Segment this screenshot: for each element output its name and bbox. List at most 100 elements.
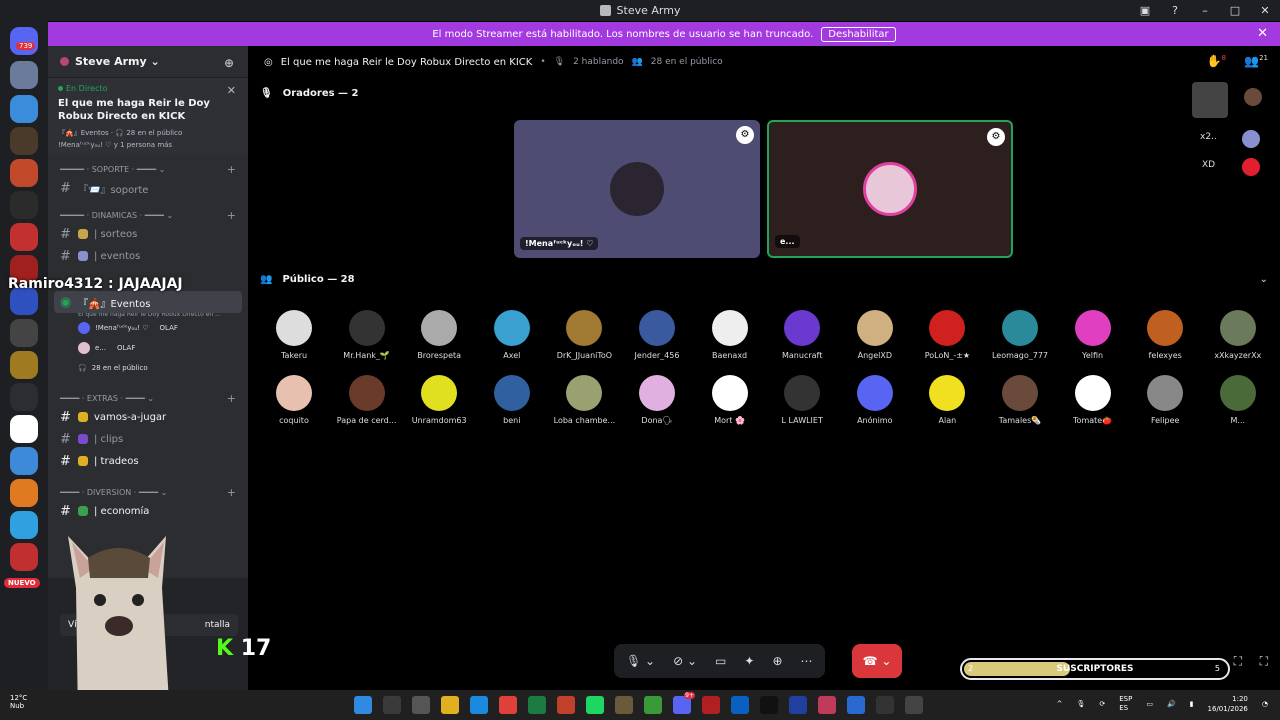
network-icon[interactable]: ▭ bbox=[1146, 700, 1153, 708]
audience-member[interactable]: Tomate🍅 bbox=[1057, 375, 1129, 425]
mic-icon[interactable]: 🎙 bbox=[1076, 700, 1085, 708]
server-icon[interactable] bbox=[10, 61, 38, 89]
side-label[interactable]: XD bbox=[1202, 160, 1215, 170]
audience-member[interactable]: Axel bbox=[476, 310, 548, 360]
channel-economia[interactable]: # | economía bbox=[48, 500, 248, 522]
video-thumbnail[interactable] bbox=[1192, 82, 1228, 118]
audience-member[interactable]: ÁngelXD bbox=[839, 310, 911, 360]
server-icon[interactable] bbox=[10, 159, 38, 187]
voice-user[interactable]: !Menaᶠᵘᶜᵏyₒᵤ! ♡ OLAF bbox=[48, 318, 248, 338]
raised-hand-icon[interactable]: ✋8 bbox=[1207, 54, 1226, 68]
audience-member[interactable]: coquito bbox=[258, 375, 330, 425]
activities-icon[interactable]: ✦ bbox=[744, 654, 754, 668]
audience-member[interactable]: felexyes bbox=[1129, 310, 1201, 360]
audience-member[interactable]: xXkayzerXx bbox=[1202, 310, 1274, 360]
audience-member[interactable]: Anónimo bbox=[839, 375, 911, 425]
audience-member[interactable]: Tamales🌯 bbox=[984, 375, 1056, 425]
audience-member[interactable]: Manucraft bbox=[766, 310, 838, 360]
close-icon[interactable]: ✕ bbox=[1257, 26, 1268, 41]
screen-share-button[interactable]: ntalla bbox=[205, 620, 230, 630]
channel-vamos-a-jugar[interactable]: # vamos-a-jugar bbox=[48, 406, 248, 428]
audience-member[interactable]: Loba chambe... bbox=[548, 375, 620, 425]
popout-icon[interactable]: ⛶ bbox=[1260, 654, 1268, 669]
audience-member[interactable]: Brorespeta bbox=[403, 310, 475, 360]
inbox-icon[interactable]: ▣ bbox=[1130, 4, 1160, 17]
audience-member[interactable]: DrK_JJuaniToO bbox=[548, 310, 620, 360]
server-icon[interactable] bbox=[10, 191, 38, 219]
category-extras[interactable]: ━━━━ · EXTRAS · ━━━━ ⌄ + bbox=[48, 390, 248, 406]
screen-share-icon[interactable]: ▭ bbox=[715, 654, 726, 668]
server-icon[interactable] bbox=[10, 415, 38, 443]
settings-icon[interactable]: ⚙ bbox=[736, 126, 754, 144]
avatar[interactable] bbox=[1242, 158, 1260, 176]
audience-member[interactable]: Takeru bbox=[258, 310, 330, 360]
channel-sorteos[interactable]: # | sorteos bbox=[48, 223, 248, 245]
camera-off-icon[interactable]: ⊘ ⌄ bbox=[673, 654, 697, 668]
invite-icon[interactable]: ⊕ bbox=[224, 56, 234, 70]
server-icon[interactable] bbox=[10, 95, 38, 123]
add-channel-icon[interactable]: + bbox=[227, 209, 236, 222]
avatar[interactable] bbox=[1244, 88, 1262, 106]
audience-member[interactable]: Unramdom63 bbox=[403, 375, 475, 425]
audience-member[interactable]: Leomago_777 bbox=[984, 310, 1056, 360]
side-label[interactable]: x2.. bbox=[1200, 132, 1217, 142]
audience-member[interactable]: Yelfin bbox=[1057, 310, 1129, 360]
app-icon[interactable] bbox=[876, 696, 894, 714]
server-icon[interactable] bbox=[10, 543, 38, 571]
category-dinamicas[interactable]: ━━━━━ · DINAMICAS · ━━━━ ⌄ + bbox=[48, 207, 248, 223]
battery-icon[interactable]: ▮ bbox=[1190, 700, 1194, 708]
powerpoint-icon[interactable] bbox=[557, 696, 575, 714]
mic-icon[interactable]: 🎙 ⌄ bbox=[626, 654, 655, 668]
minimize-button[interactable]: – bbox=[1190, 4, 1220, 17]
members-icon[interactable]: 👥21 bbox=[1244, 54, 1268, 68]
server-icon[interactable] bbox=[10, 223, 38, 251]
help-icon[interactable]: ? bbox=[1160, 4, 1190, 17]
voice-channel-eventos[interactable]: ◉ 『🎪』Eventos bbox=[54, 291, 242, 313]
creeper-icon[interactable] bbox=[644, 696, 662, 714]
audience-member[interactable]: Dona🗣 bbox=[621, 375, 693, 425]
close-button[interactable]: ✕ bbox=[1250, 4, 1280, 17]
home-button[interactable] bbox=[10, 27, 38, 55]
maximize-button[interactable]: □ bbox=[1220, 4, 1250, 17]
channel-clips[interactable]: # | clips bbox=[48, 428, 248, 450]
avatar[interactable] bbox=[1242, 130, 1260, 148]
speaker-tile[interactable]: ⚙ !Menaᶠᵘᶜᵏyₒᵤ! ♡ bbox=[514, 120, 760, 258]
fullscreen-icon[interactable]: ⛶ bbox=[1234, 654, 1242, 669]
server-icon[interactable] bbox=[10, 447, 38, 475]
audience-member[interactable]: Baenaxd bbox=[694, 310, 766, 360]
minecraft-icon[interactable] bbox=[615, 696, 633, 714]
chevron-down-icon[interactable]: ⌄ bbox=[1260, 274, 1268, 285]
discord-icon[interactable]: 9+ bbox=[673, 692, 695, 714]
capcut-icon[interactable] bbox=[760, 696, 778, 714]
clock[interactable]: 1:20 16/01/2026 bbox=[1208, 694, 1248, 714]
sync-icon[interactable]: ⟳ bbox=[1099, 700, 1105, 708]
channel-tradeos[interactable]: # | tradeos bbox=[48, 450, 248, 472]
add-channel-icon[interactable]: + bbox=[227, 163, 236, 176]
server-icon[interactable] bbox=[10, 351, 38, 379]
server-icon[interactable] bbox=[10, 127, 38, 155]
category-diversion[interactable]: ━━━━ · DIVERSION · ━━━━ ⌄ + bbox=[48, 484, 248, 500]
chrome-icon[interactable] bbox=[499, 696, 517, 714]
invite-icon[interactable]: ⊕ bbox=[772, 654, 782, 668]
audience-member[interactable]: Papa de cerd... bbox=[331, 375, 403, 425]
audience-member[interactable]: Felipee bbox=[1129, 375, 1201, 425]
notifications-icon[interactable]: ◔ bbox=[1262, 700, 1268, 708]
channel-eventos[interactable]: # | eventos bbox=[48, 245, 248, 267]
server-icon[interactable] bbox=[10, 319, 38, 347]
start-icon[interactable] bbox=[354, 696, 372, 714]
speaker-tile[interactable]: ⚙ e... bbox=[767, 120, 1013, 258]
audience-member[interactable]: Alan bbox=[911, 375, 983, 425]
voice-user[interactable]: e... OLAF bbox=[48, 338, 248, 358]
settings-icon[interactable]: ⚙ bbox=[987, 128, 1005, 146]
valorant-icon[interactable] bbox=[818, 696, 836, 714]
chevron-up-icon[interactable]: ^ bbox=[1057, 700, 1063, 708]
more-icon[interactable]: ⋯ bbox=[801, 654, 813, 668]
excel-icon[interactable] bbox=[528, 696, 546, 714]
store-icon[interactable] bbox=[731, 696, 749, 714]
add-channel-icon[interactable]: + bbox=[227, 486, 236, 499]
channel-soporte[interactable]: # 『📨』soporte bbox=[48, 177, 248, 199]
audience-member[interactable]: Mr.Hank_🌱 bbox=[331, 310, 403, 360]
file-explorer-icon[interactable] bbox=[441, 696, 459, 714]
obs-icon[interactable] bbox=[905, 696, 923, 714]
server-icon[interactable] bbox=[10, 479, 38, 507]
